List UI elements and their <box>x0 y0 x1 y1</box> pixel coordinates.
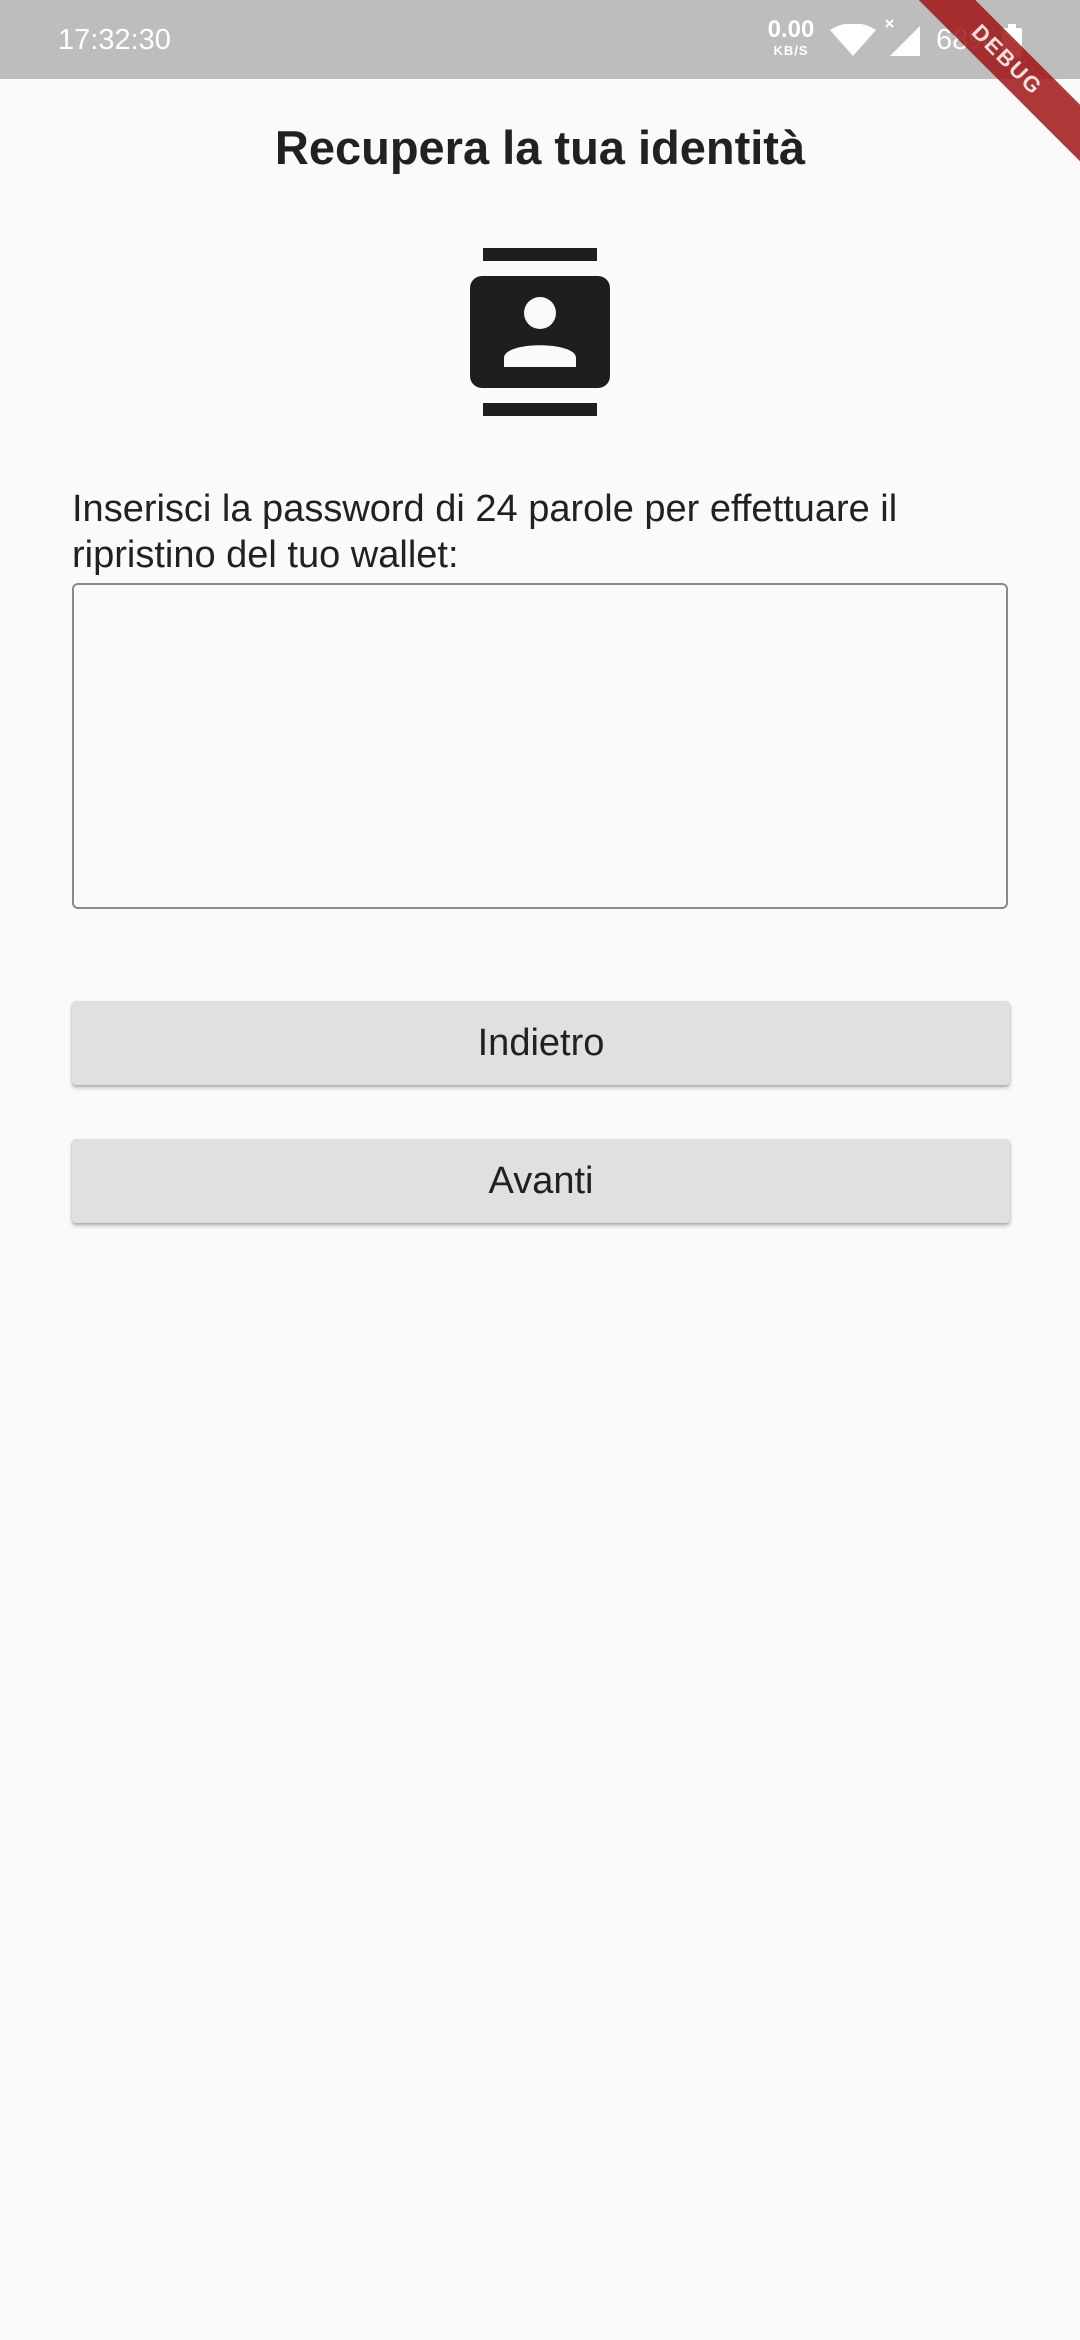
next-button[interactable]: Avanti <box>72 1139 1010 1223</box>
status-time: 17:32:30 <box>58 24 171 56</box>
network-speed: 0.00 KB/S <box>762 16 820 58</box>
screen: 17:32:30 0.00 KB/S 68% DEBUG Recupera la… <box>0 0 1080 2340</box>
instruction-text: Inserisci la password di 24 parole per e… <box>72 488 898 576</box>
back-button[interactable]: Indietro <box>72 1001 1010 1085</box>
wifi-icon <box>830 24 876 56</box>
network-speed-value: 0.00 <box>767 16 815 43</box>
password-input[interactable] <box>72 583 1008 909</box>
page-title: Recupera la tua identità <box>274 121 806 174</box>
network-speed-unit: KB/S <box>773 43 809 58</box>
signal-icon <box>885 19 920 56</box>
status-bar: 17:32:30 0.00 KB/S 68% <box>0 0 1080 79</box>
contact-card-icon <box>470 248 610 416</box>
